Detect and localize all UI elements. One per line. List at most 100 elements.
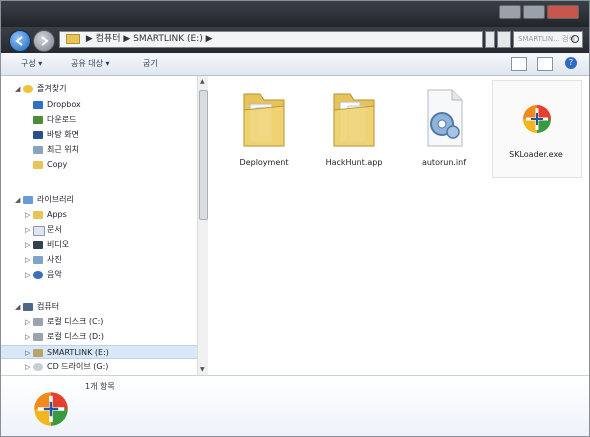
details-pane: 1개 항목 xyxy=(1,375,589,436)
expand-arrow-icon[interactable]: ◢ xyxy=(15,193,20,207)
nav-item-label: 음악 xyxy=(47,270,62,279)
search-icon xyxy=(571,35,579,43)
folder-icon xyxy=(33,211,43,219)
file-item-hackhunt-app[interactable]: HackHunt.app xyxy=(312,82,396,172)
back-button[interactable] xyxy=(9,30,31,52)
video-icon xyxy=(33,241,43,249)
nav-item-apps[interactable]: ▷ Apps xyxy=(1,208,197,222)
folder-icon xyxy=(243,93,285,147)
search-placeholder: SMARTLIN... 검색 xyxy=(518,35,575,43)
search-input[interactable]: SMARTLIN... 검색 xyxy=(513,31,583,48)
documents-icon xyxy=(33,226,45,236)
item-count: 1개 항목 xyxy=(85,382,115,391)
nav-item-documents[interactable]: ▷ 문서 xyxy=(1,223,197,237)
cd-drive-icon xyxy=(33,363,43,371)
collapsed-arrow-icon[interactable]: ▷ xyxy=(25,238,30,252)
change-view-icon[interactable] xyxy=(511,57,527,71)
collapsed-arrow-icon[interactable]: ▷ xyxy=(25,330,30,344)
nav-libraries-header[interactable]: ◢ 라이브러리 xyxy=(1,193,197,207)
collapsed-arrow-icon[interactable]: ▷ xyxy=(25,346,30,360)
collapsed-arrow-icon[interactable]: ▷ xyxy=(25,315,30,329)
nav-item-label: 다운로드 xyxy=(47,115,77,124)
collapsed-arrow-icon[interactable]: ▷ xyxy=(25,208,30,222)
nav-item-dropbox[interactable]: Dropbox xyxy=(1,98,197,112)
scrollbar-thumb[interactable] xyxy=(199,90,208,220)
nav-item-downloads[interactable]: 다운로드 xyxy=(1,113,197,127)
close-button[interactable] xyxy=(547,5,579,19)
nav-item-cd-drive[interactable]: ▷ CD 드라이브 (G:) xyxy=(1,360,197,374)
forward-arrow-icon xyxy=(41,36,49,46)
file-item-skloader-exe[interactable]: SKLoader.exe xyxy=(492,80,582,178)
minimize-button[interactable] xyxy=(499,5,521,19)
title-bar xyxy=(1,1,589,27)
address-path: ▶ 컴퓨터 ▶ SMARTLINK (E:) ▶ xyxy=(85,34,213,44)
music-icon xyxy=(33,271,43,279)
nav-libraries-label: 라이브러리 xyxy=(37,195,74,204)
skloader-app-icon xyxy=(523,105,551,133)
usb-drive-icon xyxy=(33,349,43,357)
nav-item-label: 비디오 xyxy=(47,240,70,249)
collapsed-arrow-icon[interactable]: ▷ xyxy=(25,268,30,282)
navigation-pane: ◢ 즐겨찾기 Dropbox 다운로드 바탕 화면 최근 위치 Copy ◢ 라… xyxy=(1,76,197,375)
file-item-deployment[interactable]: Deployment xyxy=(222,82,306,172)
explorer-window: ▶ 컴퓨터 ▶ SMARTLINK (E:) ▶ SMARTLIN... 검색 … xyxy=(0,0,590,437)
scroll-down-icon[interactable]: ▼ xyxy=(200,366,205,373)
settings-file-icon xyxy=(427,89,463,147)
nav-item-label: 문서 xyxy=(47,225,62,234)
nav-item-drive-d[interactable]: ▷ 로컬 디스크 (D:) xyxy=(1,330,197,344)
nav-item-label: SMARTLINK (E:) xyxy=(47,348,109,357)
nav-item-label: Copy xyxy=(47,160,68,169)
nav-item-pictures[interactable]: ▷ 사진 xyxy=(1,253,197,267)
nav-item-recent[interactable]: 최근 위치 xyxy=(1,143,197,157)
nav-item-music[interactable]: ▷ 음악 xyxy=(1,268,197,282)
nav-item-copy[interactable]: Copy xyxy=(1,158,197,172)
nav-item-label: 로컬 디스크 (C:) xyxy=(47,317,104,326)
nav-item-label: 바탕 화면 xyxy=(47,130,79,139)
address-dropdown-button[interactable] xyxy=(485,31,495,48)
desktop-icon xyxy=(33,131,43,139)
drive-icon xyxy=(33,318,43,326)
libraries-icon xyxy=(23,196,33,204)
expand-arrow-icon[interactable]: ◢ xyxy=(15,82,20,96)
downloads-icon xyxy=(33,116,43,124)
address-bar[interactable]: ▶ 컴퓨터 ▶ SMARTLINK (E:) ▶ xyxy=(59,31,483,48)
scroll-up-icon[interactable]: ▲ xyxy=(200,78,205,85)
forward-button[interactable] xyxy=(33,30,55,52)
address-row: ▶ 컴퓨터 ▶ SMARTLINK (E:) ▶ SMARTLIN... 검색 xyxy=(1,27,589,53)
nav-favorites-label: 즐겨찾기 xyxy=(37,84,67,93)
collapsed-arrow-icon[interactable]: ▷ xyxy=(25,360,30,374)
star-icon xyxy=(23,85,33,93)
file-name: SKLoader.exe xyxy=(509,150,563,159)
skloader-app-icon xyxy=(34,392,68,426)
nav-computer-header[interactable]: ◢ 컴퓨터 xyxy=(1,300,197,314)
refresh-button[interactable] xyxy=(497,31,511,48)
organize-button[interactable]: 구성 ▾ xyxy=(21,58,42,69)
expand-arrow-icon[interactable]: ◢ xyxy=(15,300,20,314)
file-item-autorun-inf[interactable]: autorun.inf xyxy=(402,82,486,172)
nav-item-label: 최근 위치 xyxy=(47,145,79,154)
file-name: autorun.inf xyxy=(421,158,467,167)
nav-favorites-header[interactable]: ◢ 즐겨찾기 xyxy=(1,82,197,96)
help-icon[interactable]: ? xyxy=(565,57,577,69)
burn-button[interactable]: 굽기 xyxy=(143,58,158,69)
nav-item-label: Dropbox xyxy=(47,100,81,109)
nav-item-drive-c[interactable]: ▷ 로컬 디스크 (C:) xyxy=(1,315,197,329)
nav-item-desktop[interactable]: 바탕 화면 xyxy=(1,128,197,142)
command-bar: 구성 ▾ 공유 대상 ▾ 굽기 ? xyxy=(1,53,589,76)
window-controls xyxy=(499,5,579,19)
back-arrow-icon xyxy=(15,36,23,46)
preview-pane-icon[interactable] xyxy=(537,57,553,71)
folder-icon xyxy=(66,33,80,44)
nav-item-drive-e[interactable]: ▷ SMARTLINK (E:) xyxy=(1,345,197,359)
maximize-button[interactable] xyxy=(523,5,545,19)
nav-item-videos[interactable]: ▷ 비디오 xyxy=(1,238,197,252)
folder-icon xyxy=(33,161,43,169)
file-list: Deployment HackHunt.app autorun.inf SKLo… xyxy=(208,76,589,375)
share-with-button[interactable]: 공유 대상 ▾ xyxy=(71,58,110,69)
nav-item-label: CD 드라이브 (G:) xyxy=(47,362,109,371)
collapsed-arrow-icon[interactable]: ▷ xyxy=(25,223,30,237)
file-name: HackHunt.app xyxy=(325,158,383,167)
computer-icon xyxy=(23,303,33,311)
nav-computer-label: 컴퓨터 xyxy=(37,302,60,311)
collapsed-arrow-icon[interactable]: ▷ xyxy=(25,253,30,267)
